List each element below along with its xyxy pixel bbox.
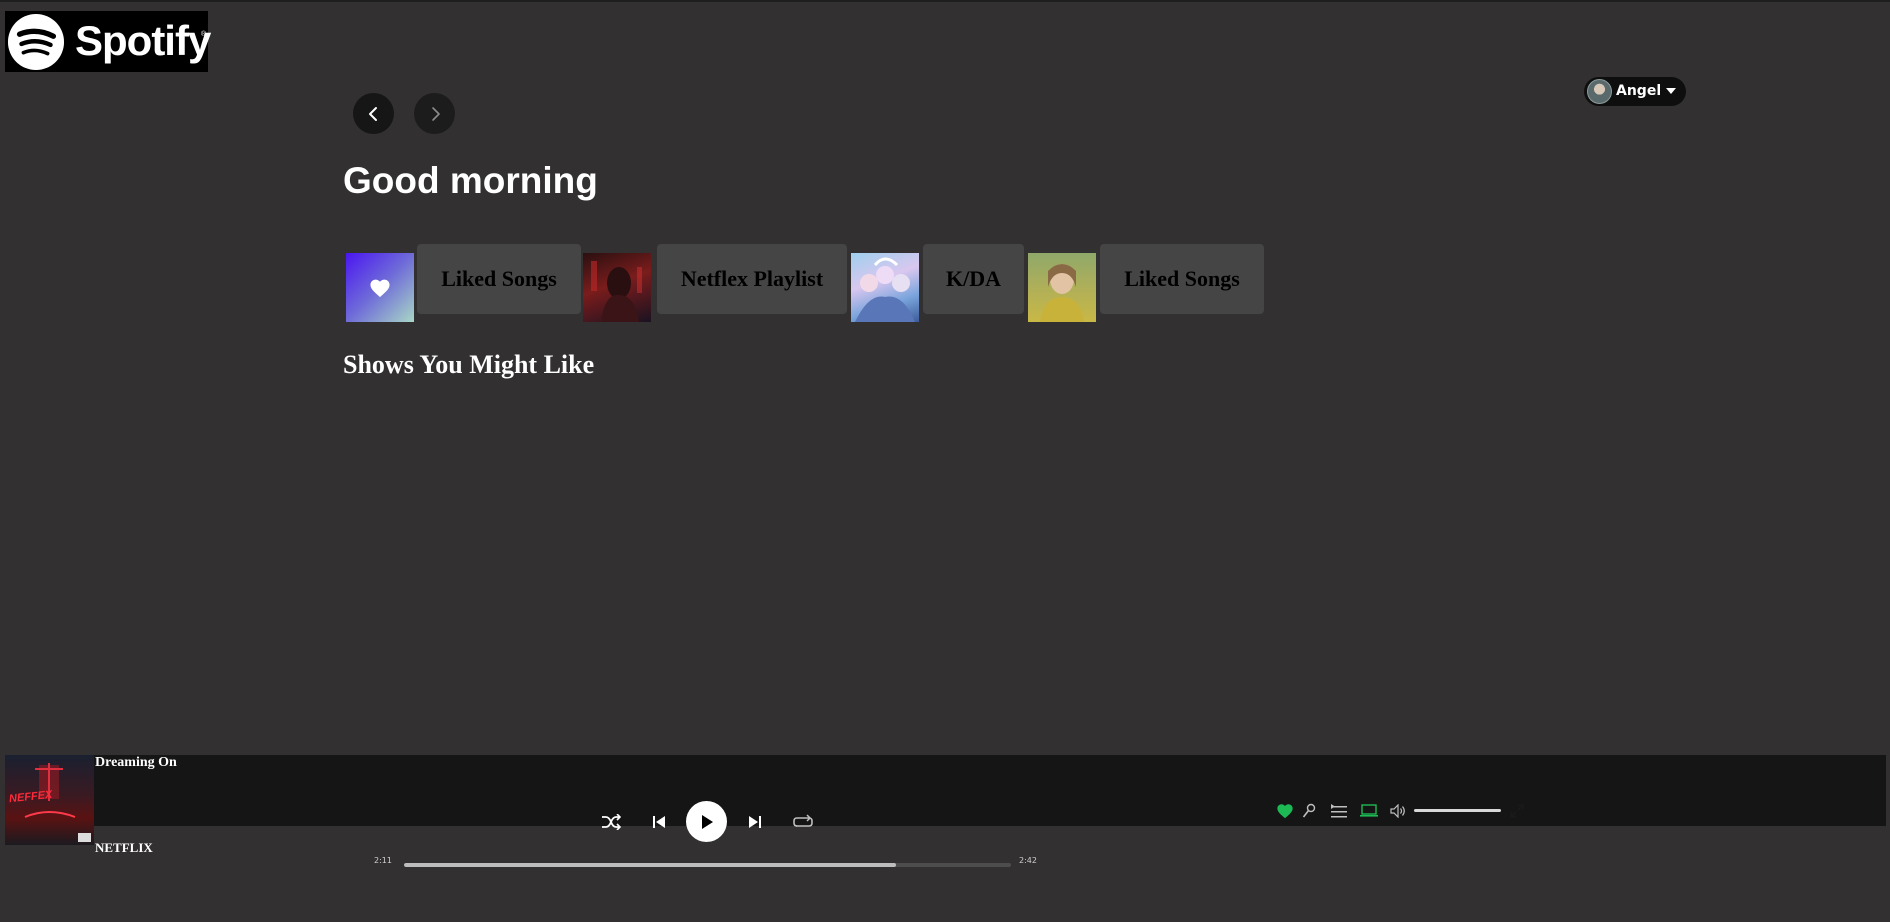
player-bar bbox=[5, 755, 1886, 826]
progress-bar[interactable] bbox=[404, 863, 1011, 867]
volume-slider[interactable] bbox=[1414, 809, 1501, 812]
repeat-icon bbox=[793, 814, 813, 827]
previous-button[interactable] bbox=[648, 811, 670, 833]
elapsed-time: 2:11 bbox=[374, 856, 392, 865]
connect-device-button[interactable] bbox=[1359, 801, 1379, 821]
queue-icon bbox=[1331, 804, 1347, 818]
repeat-button[interactable] bbox=[791, 811, 815, 833]
volume-icon bbox=[1390, 804, 1405, 818]
lyrics-button[interactable] bbox=[1300, 801, 1318, 821]
user-menu-button[interactable]: Angel bbox=[1584, 77, 1686, 106]
shortcut-netflex-playlist[interactable]: Netflex Playlist bbox=[657, 244, 847, 314]
chevron-left-icon bbox=[368, 106, 377, 121]
playlist-cover-image bbox=[591, 261, 642, 322]
section-title: Shows You Might Like bbox=[343, 350, 595, 379]
spotify-logo[interactable]: Spotify ® bbox=[5, 11, 211, 72]
registered-mark: ® bbox=[201, 31, 207, 38]
track-title[interactable]: Dreaming On bbox=[95, 755, 177, 771]
brand-name: Spotify bbox=[75, 17, 211, 64]
liked-songs-cover-2[interactable] bbox=[1028, 253, 1096, 322]
heart-icon bbox=[370, 279, 390, 297]
netflex-playlist-cover[interactable] bbox=[583, 253, 651, 322]
liked-songs-cover[interactable] bbox=[346, 253, 414, 322]
now-playing-album-art[interactable]: NEFFEX bbox=[5, 755, 94, 845]
spotify-logo-icon bbox=[7, 13, 65, 71]
like-button[interactable] bbox=[1275, 801, 1295, 821]
shortcut-liked-songs-2[interactable]: Liked Songs bbox=[1100, 244, 1264, 314]
heart-icon bbox=[1277, 804, 1293, 819]
fullscreen-icon bbox=[1510, 804, 1524, 818]
skip-previous-icon bbox=[653, 816, 665, 828]
avatar bbox=[1587, 79, 1612, 104]
caret-down-icon bbox=[1666, 88, 1676, 94]
playlist-cover-image bbox=[1040, 264, 1084, 322]
microphone-icon bbox=[1302, 803, 1316, 818]
volume-fill bbox=[1414, 809, 1501, 812]
mute-button[interactable] bbox=[1389, 801, 1407, 821]
kda-cover[interactable] bbox=[851, 253, 919, 322]
page-title: Good morning bbox=[343, 160, 598, 201]
play-icon bbox=[701, 814, 713, 829]
user-name: Angel bbox=[1616, 83, 1662, 99]
back-button[interactable] bbox=[353, 93, 394, 134]
play-button[interactable] bbox=[686, 801, 727, 842]
total-time: 2:42 bbox=[1019, 856, 1037, 865]
forward-button[interactable] bbox=[414, 93, 455, 134]
chevron-right-icon bbox=[431, 106, 440, 121]
playlist-cover-image bbox=[855, 257, 915, 322]
connect-device-icon bbox=[1360, 804, 1378, 817]
skip-next-icon bbox=[749, 816, 761, 828]
shortcut-liked-songs[interactable]: Liked Songs bbox=[417, 244, 581, 314]
track-artist[interactable]: NETFLIX bbox=[95, 840, 153, 856]
progress-fill bbox=[404, 863, 896, 867]
window-top-border bbox=[0, 0, 1890, 2]
shuffle-icon bbox=[602, 814, 621, 830]
shuffle-button[interactable] bbox=[598, 811, 624, 833]
shortcut-kda[interactable]: K/DA bbox=[923, 244, 1024, 314]
next-button[interactable] bbox=[744, 811, 766, 833]
explicit-label bbox=[78, 833, 91, 842]
fullscreen-button[interactable] bbox=[1508, 801, 1526, 821]
queue-button[interactable] bbox=[1330, 801, 1348, 821]
